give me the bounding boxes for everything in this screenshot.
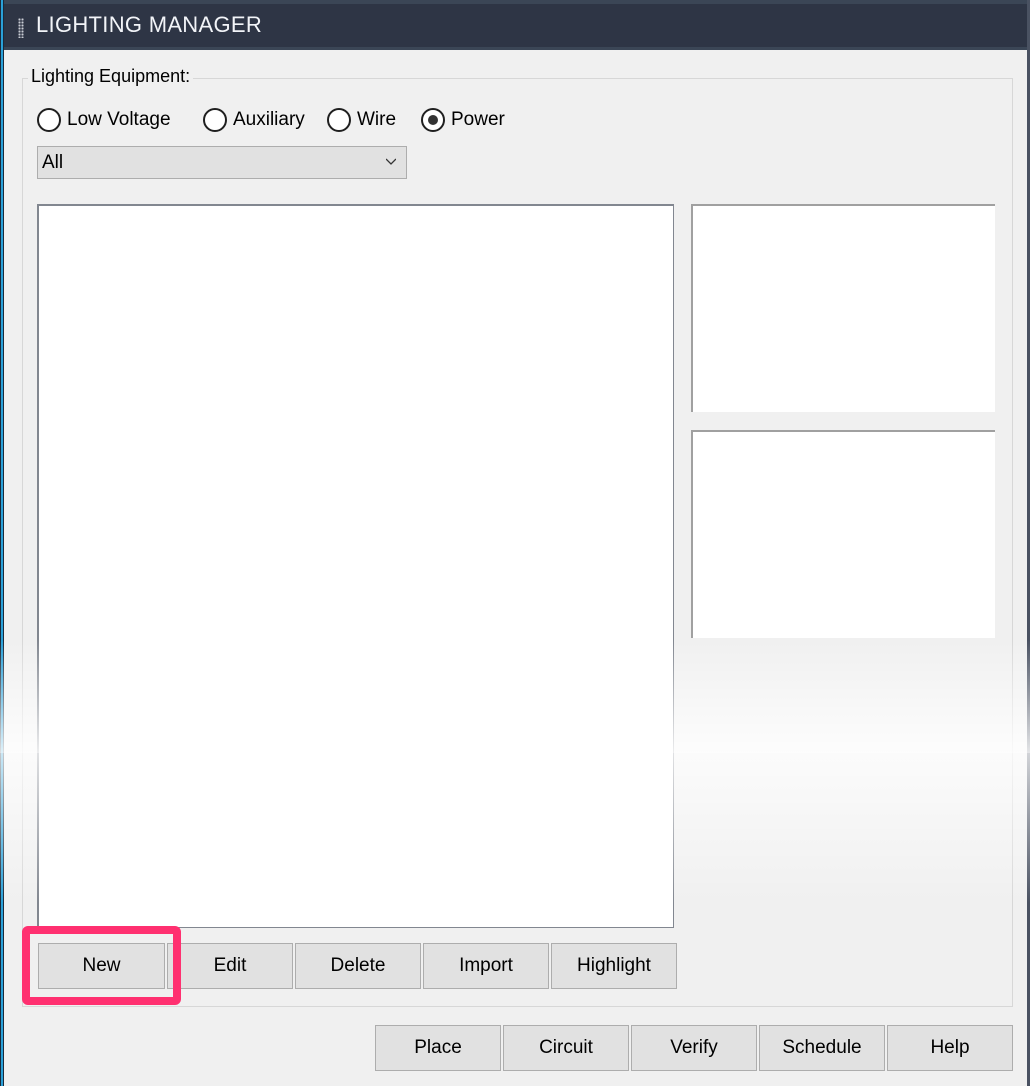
window-left-edge	[0, 0, 4, 1086]
group-label: Lighting Equipment:	[28, 66, 194, 87]
radio-circle-icon	[327, 108, 351, 132]
radio-circle-icon	[203, 108, 227, 132]
highlight-button[interactable]: Highlight	[551, 943, 677, 989]
new-button[interactable]: New	[38, 943, 165, 989]
delete-button[interactable]: Delete	[295, 943, 421, 989]
preview-panel-top	[691, 204, 995, 412]
radio-auxiliary[interactable]: Auxiliary	[203, 106, 305, 134]
chevron-down-icon	[386, 158, 396, 165]
preview-panel-bottom	[691, 430, 995, 638]
radio-wire[interactable]: Wire	[327, 106, 396, 134]
verify-button[interactable]: Verify	[631, 1025, 757, 1071]
dropdown-value: All	[42, 152, 64, 173]
equipment-list[interactable]	[37, 204, 674, 928]
help-button[interactable]: Help	[887, 1025, 1013, 1071]
drag-grip-icon[interactable]	[18, 18, 24, 38]
circuit-button[interactable]: Circuit	[503, 1025, 629, 1071]
radio-power[interactable]: Power	[421, 106, 505, 134]
radio-checked-icon	[421, 108, 445, 132]
import-button[interactable]: Import	[423, 943, 549, 989]
radio-circle-icon	[37, 108, 61, 132]
equipment-filter-dropdown[interactable]: All	[37, 146, 407, 179]
schedule-button[interactable]: Schedule	[759, 1025, 885, 1071]
radio-low-voltage[interactable]: Low Voltage	[37, 106, 171, 134]
window-title: LIGHTING MANAGER	[36, 12, 263, 37]
edit-button[interactable]: Edit	[167, 943, 293, 989]
place-button[interactable]: Place	[375, 1025, 501, 1071]
palette-titlebar[interactable]: LIGHTING MANAGER	[4, 0, 1027, 50]
